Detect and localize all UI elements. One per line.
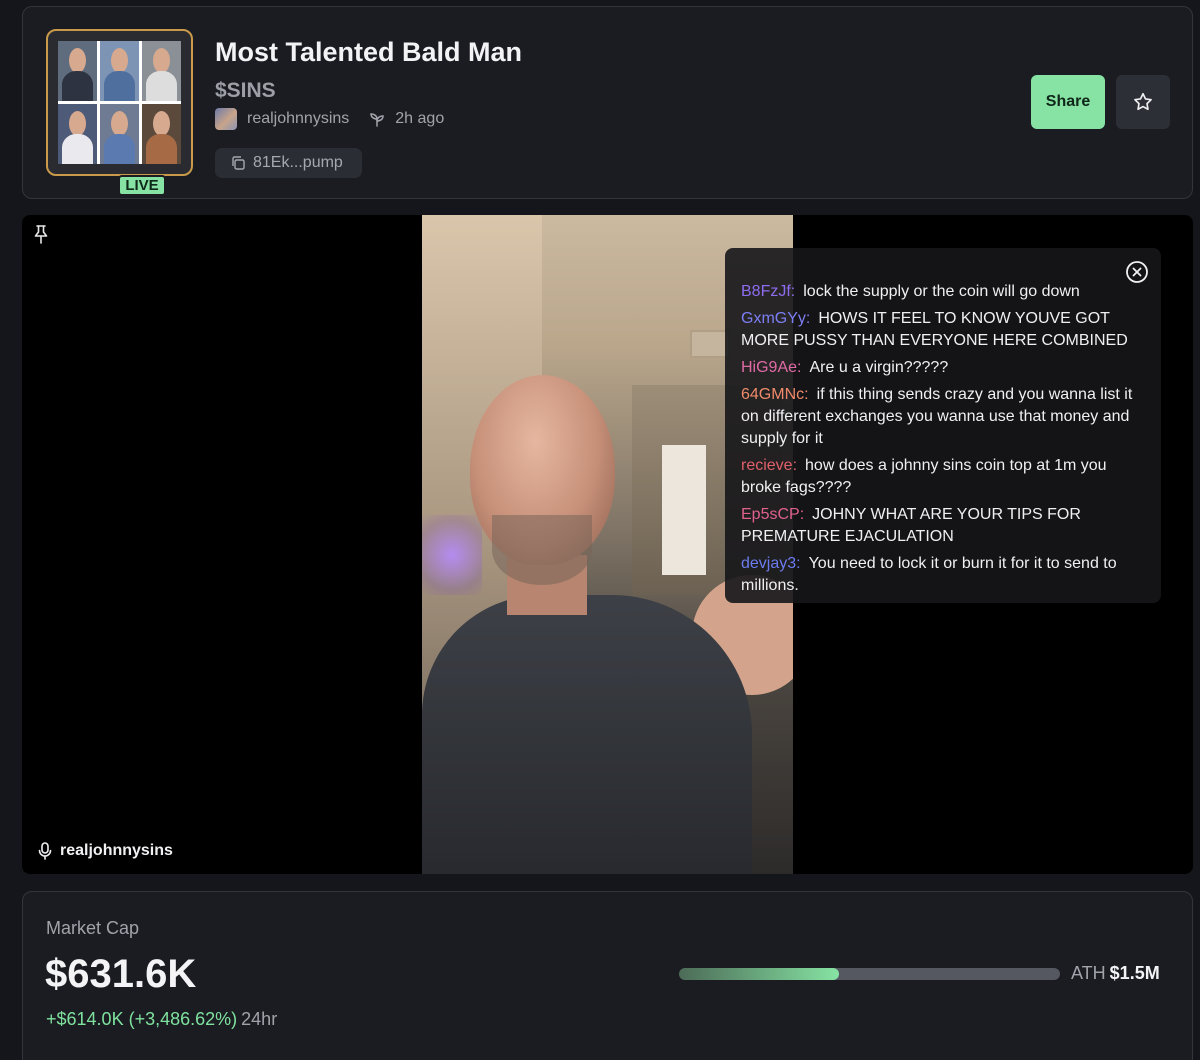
chat-text: Are u a virgin????? [809, 359, 949, 376]
ath-progress-bar [679, 968, 1060, 980]
coin-thumbnail[interactable] [46, 29, 193, 176]
chat-message: devjay3: You need to lock it or burn it f… [741, 553, 1145, 597]
ath-label-text: ATH [1071, 963, 1106, 983]
chat-text: lock the supply or the coin will go down [803, 283, 1080, 300]
chat-message: 64GMNc: if this thing sends crazy and you… [741, 384, 1145, 450]
sprout-icon [370, 113, 385, 127]
streamer-label: realjohnnysins [38, 842, 173, 860]
livestream-player[interactable]: B8FzJf: lock the supply or the coin will … [22, 215, 1193, 874]
chat-username[interactable]: 64GMNc: [741, 386, 809, 403]
change-value: +$614.0K (+3,486.62%) [46, 1009, 238, 1029]
favorite-button[interactable] [1116, 75, 1170, 129]
thumbnail-tile [100, 41, 139, 101]
ath-value: $1.5M [1109, 963, 1160, 983]
chat-messages: B8FzJf: lock the supply or the coin will … [741, 281, 1145, 597]
chat-username[interactable]: devjay3: [741, 555, 801, 572]
chat-username[interactable]: B8FzJf: [741, 283, 795, 300]
chat-username[interactable]: HiG9Ae: [741, 359, 801, 376]
chat-username[interactable]: GxmGYy: [741, 310, 810, 327]
share-button[interactable]: Share [1031, 75, 1105, 129]
pin-icon[interactable] [32, 224, 50, 244]
thumbnail-tile [58, 41, 97, 101]
coin-age: 2h ago [395, 110, 445, 127]
market-cap-card: Market Cap $631.6K +$614.0K (+3,486.62%)… [22, 891, 1193, 1060]
chat-username[interactable]: Ep5sCP: [741, 506, 804, 523]
coin-ticker: $SINS [215, 79, 276, 102]
close-chat-icon[interactable] [1125, 260, 1149, 284]
coin-title: Most Talented Bald Man [215, 37, 523, 67]
streamer-name: realjohnnysins [60, 842, 173, 859]
change-period: 24hr [241, 1009, 278, 1029]
creator-row: realjohnnysins 2h ago [215, 108, 444, 130]
ath-label: ATH $1.5M [1071, 963, 1160, 984]
market-cap-label: Market Cap [46, 918, 140, 938]
chat-overlay: B8FzJf: lock the supply or the coin will … [725, 248, 1161, 603]
chat-message: recieve: how does a johnny sins coin top … [741, 455, 1145, 499]
contract-address: 81Ek...pump [253, 154, 343, 171]
coin-header-card: LIVE Most Talented Bald Man $SINS realjo… [22, 6, 1193, 199]
thumbnail-collage [58, 41, 181, 164]
chat-message: Ep5sCP: JOHNY WHAT ARE YOUR TIPS FOR PREM… [741, 504, 1145, 548]
chat-message: B8FzJf: lock the supply or the coin will … [741, 281, 1145, 303]
chat-username[interactable]: recieve: [741, 457, 797, 474]
creator-avatar[interactable] [215, 108, 237, 130]
thumbnail-tile [100, 104, 139, 164]
chat-message: HiG9Ae: Are u a virgin????? [741, 357, 1145, 379]
creator-name[interactable]: realjohnnysins [247, 110, 349, 128]
chat-message: GxmGYy: HOWS IT FEEL TO KNOW YOUVE GOT MO… [741, 308, 1145, 352]
market-cap-change: +$614.0K (+3,486.62%) 24hr [46, 1009, 277, 1030]
thumbnail-tile [58, 104, 97, 164]
thumbnail-tile [142, 41, 181, 101]
contract-address-copy[interactable]: 81Ek...pump [215, 148, 362, 178]
copy-icon [232, 156, 245, 170]
thumbnail-tile [142, 104, 181, 164]
ath-progress-fill [679, 968, 840, 980]
live-badge: LIVE [118, 175, 166, 196]
market-cap-value: $631.6K [45, 952, 197, 996]
star-icon [1134, 92, 1152, 111]
microphone-icon [38, 842, 52, 860]
